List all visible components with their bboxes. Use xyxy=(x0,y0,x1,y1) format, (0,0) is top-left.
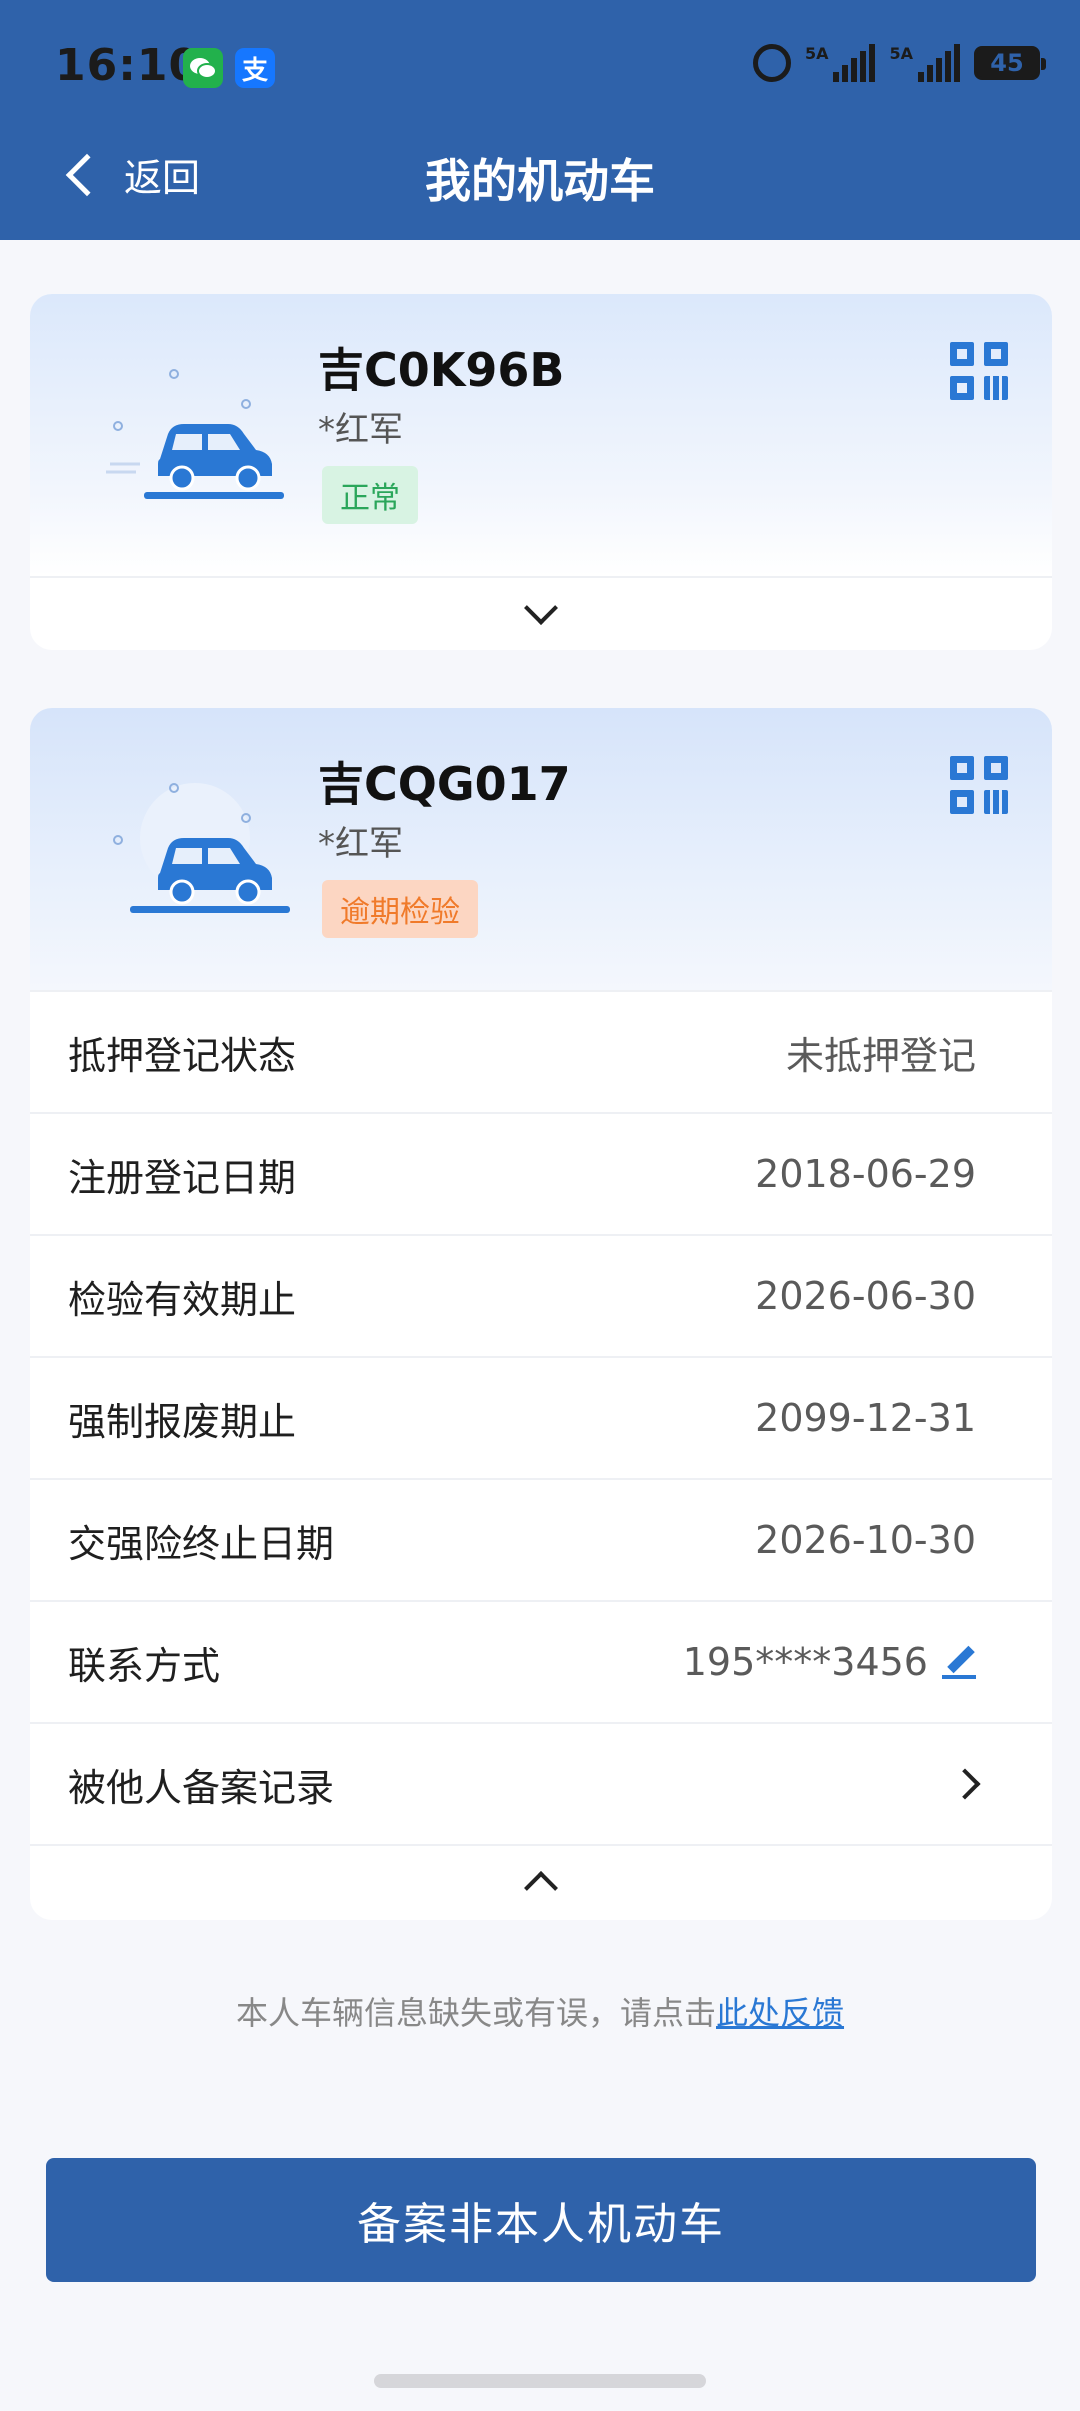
vehicle-card-header: 吉CQG017 *红军 逾期检验 xyxy=(30,708,1052,990)
detail-label: 交强险终止日期 xyxy=(68,1521,335,1566)
vehicle-plate: 吉CQG017 xyxy=(318,757,571,811)
detail-value: 195****3456 xyxy=(683,1640,976,1684)
page-title: 我的机动车 xyxy=(425,154,655,208)
detail-row-contact[interactable]: 联系方式 195****3456 xyxy=(30,1600,1052,1722)
chevron-down-icon xyxy=(524,591,558,625)
detail-row-registration-date: 注册登记日期 2018-06-29 xyxy=(30,1112,1052,1234)
home-indicator[interactable] xyxy=(374,2374,706,2388)
register-other-vehicle-button[interactable]: 备案非本人机动车 xyxy=(46,2158,1036,2282)
detail-value: 未抵押登记 xyxy=(785,1033,976,1078)
signal-label: 5A xyxy=(804,44,829,63)
status-bar: 16:10 支 5A 5A 45 xyxy=(0,0,1080,135)
detail-value: 2026-06-30 xyxy=(755,1274,976,1318)
status-badge: 逾期检验 xyxy=(322,880,478,938)
collapse-button[interactable] xyxy=(30,1844,1052,1916)
wechat-icon xyxy=(183,48,223,88)
detail-row-filing-records[interactable]: 被他人备案记录 xyxy=(30,1722,1052,1844)
detail-label: 检验有效期止 xyxy=(68,1277,297,1322)
detail-value: 2018-06-29 xyxy=(755,1152,976,1196)
signal-icon: 5A xyxy=(889,44,960,82)
app-header: 16:10 支 5A 5A 45 返回 我的机动车 xyxy=(0,0,1080,240)
contact-phone: 195****3456 xyxy=(682,1640,928,1684)
status-time: 16:10 xyxy=(55,40,201,91)
expand-button[interactable] xyxy=(30,578,1052,650)
alipay-icon: 支 xyxy=(235,48,275,88)
detail-row-inspection-expiry: 检验有效期止 2026-06-30 xyxy=(30,1234,1052,1356)
vehicle-plate: 吉C0K96B xyxy=(318,343,565,397)
car-icon xyxy=(106,369,284,499)
detail-label: 联系方式 xyxy=(68,1643,221,1688)
detail-value: 2026-10-30 xyxy=(755,1518,976,1562)
feedback-message: 本人车辆信息缺失或有误，请点击 xyxy=(235,1994,716,2032)
battery-icon: 45 xyxy=(974,46,1046,80)
nav-bar: 返回 我的机动车 xyxy=(0,135,1080,240)
chevron-up-icon xyxy=(524,1871,558,1905)
detail-row-mortgage: 抵押登记状态 未抵押登记 xyxy=(30,990,1052,1112)
detail-label: 强制报废期止 xyxy=(68,1399,297,1444)
signal-label: 5A xyxy=(889,44,913,63)
system-icons: 5A 5A 45 xyxy=(752,44,1046,82)
alarm-icon xyxy=(752,44,791,82)
chevron-right-icon xyxy=(949,1768,981,1800)
detail-value: 2099-12-31 xyxy=(755,1396,976,1440)
car-icon xyxy=(113,783,290,913)
feedback-text: 本人车辆信息缺失或有误，请点击此处反馈 xyxy=(0,1988,1080,2034)
vehicle-card[interactable]: 吉CQG017 *红军 逾期检验 抵押登记状态 未抵押登记 注册登记日期 201… xyxy=(30,708,1052,1920)
qr-code-icon[interactable] xyxy=(950,342,1008,400)
status-badge: 正常 xyxy=(322,466,418,524)
qr-code-icon[interactable] xyxy=(950,756,1008,814)
feedback-link[interactable]: 此处反馈 xyxy=(716,1994,844,2032)
vehicle-card[interactable]: 吉C0K96B *红军 正常 xyxy=(30,294,1052,650)
detail-row-insurance-end: 交强险终止日期 2026-10-30 xyxy=(30,1478,1052,1600)
vehicle-details: 抵押登记状态 未抵押登记 注册登记日期 2018-06-29 检验有效期止 20… xyxy=(30,990,1052,1844)
signal-icon: 5A xyxy=(805,44,876,82)
vehicle-card-header: 吉C0K96B *红军 正常 xyxy=(30,294,1052,576)
vehicle-owner: *红军 xyxy=(318,410,403,450)
detail-label: 注册登记日期 xyxy=(68,1155,297,1200)
detail-label: 被他人备案记录 xyxy=(68,1765,335,1810)
detail-label: 抵押登记状态 xyxy=(68,1033,297,1078)
detail-row-scrap-date: 强制报废期止 2099-12-31 xyxy=(30,1356,1052,1478)
edit-icon[interactable] xyxy=(942,1645,976,1679)
vehicle-owner: *红军 xyxy=(318,824,403,864)
